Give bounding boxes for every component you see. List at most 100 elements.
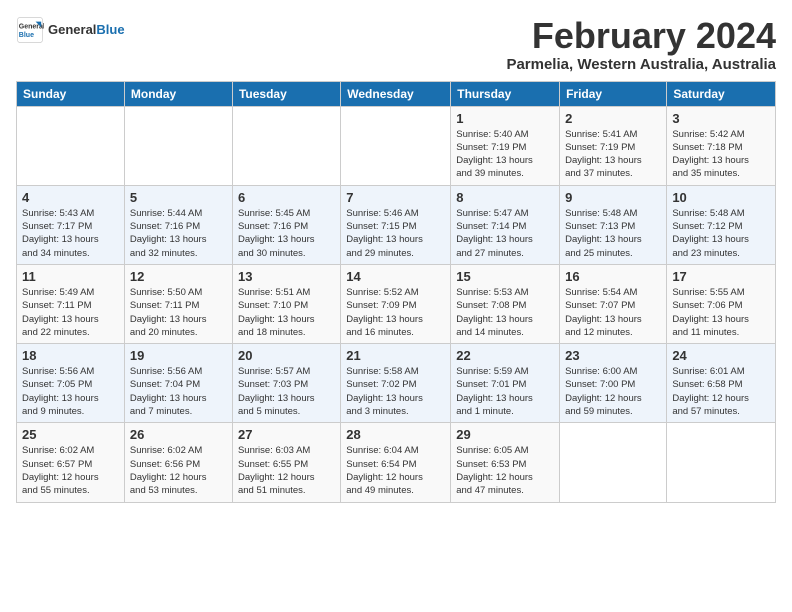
calendar-cell: 29 Sunrise: 6:05 AM Sunset: 6:53 PM Dayli… bbox=[451, 423, 560, 502]
calendar-cell: 4 Sunrise: 5:43 AM Sunset: 7:17 PM Daylig… bbox=[17, 185, 125, 264]
calendar-table: SundayMondayTuesdayWednesdayThursdayFrid… bbox=[16, 81, 776, 503]
calendar-cell: 21Sunrise: 5:58 AM Sunset: 7:02 PM Dayli… bbox=[341, 344, 451, 423]
calendar-cell: 2 Sunrise: 5:41 AM Sunset: 7:19 PM Daylig… bbox=[560, 106, 667, 185]
day-number: 4 bbox=[22, 190, 119, 205]
day-number: 20 bbox=[238, 348, 335, 363]
calendar-cell bbox=[560, 423, 667, 502]
day-info: Sunrise: 5:51 AM Sunset: 7:10 PM Dayligh… bbox=[238, 286, 335, 339]
weekday-header-friday: Friday bbox=[560, 81, 667, 106]
logo-general: General bbox=[48, 22, 96, 37]
day-number: 17 bbox=[672, 269, 770, 284]
day-info: Sunrise: 5:48 AM Sunset: 7:13 PM Dayligh… bbox=[565, 207, 661, 260]
week-row-4: 18 Sunrise: 5:56 AM Sunset: 7:05 PM Dayli… bbox=[17, 344, 776, 423]
svg-text:Blue: Blue bbox=[19, 32, 34, 39]
day-info: Sunrise: 5:59 AM Sunset: 7:01 PM Dayligh… bbox=[456, 365, 554, 418]
day-number: 28 bbox=[346, 427, 445, 442]
logo-blue: Blue bbox=[96, 22, 124, 37]
calendar-cell bbox=[17, 106, 125, 185]
calendar-title: February 2024 bbox=[506, 16, 776, 56]
day-info: Sunrise: 6:02 AM Sunset: 6:56 PM Dayligh… bbox=[130, 444, 227, 497]
day-info: Sunrise: 6:00 AM Sunset: 7:00 PM Dayligh… bbox=[565, 365, 661, 418]
weekday-header-row: SundayMondayTuesdayWednesdayThursdayFrid… bbox=[17, 81, 776, 106]
day-number: 10 bbox=[672, 190, 770, 205]
day-number: 22 bbox=[456, 348, 554, 363]
calendar-cell: 7Sunrise: 5:46 AM Sunset: 7:15 PM Daylig… bbox=[341, 185, 451, 264]
day-number: 8 bbox=[456, 190, 554, 205]
calendar-cell: 24 Sunrise: 6:01 AM Sunset: 6:58 PM Dayli… bbox=[667, 344, 776, 423]
day-info: Sunrise: 5:56 AM Sunset: 7:04 PM Dayligh… bbox=[130, 365, 227, 418]
calendar-cell bbox=[667, 423, 776, 502]
day-number: 15 bbox=[456, 269, 554, 284]
day-number: 27 bbox=[238, 427, 335, 442]
day-number: 19 bbox=[130, 348, 227, 363]
calendar-cell: 17 Sunrise: 5:55 AM Sunset: 7:06 PM Dayli… bbox=[667, 264, 776, 343]
calendar-cell: 12Sunrise: 5:50 AM Sunset: 7:11 PM Dayli… bbox=[124, 264, 232, 343]
day-info: Sunrise: 5:43 AM Sunset: 7:17 PM Dayligh… bbox=[22, 207, 119, 260]
day-info: Sunrise: 6:04 AM Sunset: 6:54 PM Dayligh… bbox=[346, 444, 445, 497]
day-number: 11 bbox=[22, 269, 119, 284]
calendar-cell: 28 Sunrise: 6:04 AM Sunset: 6:54 PM Dayli… bbox=[341, 423, 451, 502]
calendar-cell: 9 Sunrise: 5:48 AM Sunset: 7:13 PM Daylig… bbox=[560, 185, 667, 264]
calendar-cell: 1 Sunrise: 5:40 AM Sunset: 7:19 PM Daylig… bbox=[451, 106, 560, 185]
day-info: Sunrise: 6:01 AM Sunset: 6:58 PM Dayligh… bbox=[672, 365, 770, 418]
day-number: 29 bbox=[456, 427, 554, 442]
calendar-cell: 15 Sunrise: 5:53 AM Sunset: 7:08 PM Dayli… bbox=[451, 264, 560, 343]
day-number: 2 bbox=[565, 111, 661, 126]
day-info: Sunrise: 5:50 AM Sunset: 7:11 PM Dayligh… bbox=[130, 286, 227, 339]
day-info: Sunrise: 5:56 AM Sunset: 7:05 PM Dayligh… bbox=[22, 365, 119, 418]
calendar-cell: 14 Sunrise: 5:52 AM Sunset: 7:09 PM Dayli… bbox=[341, 264, 451, 343]
day-info: Sunrise: 5:49 AM Sunset: 7:11 PM Dayligh… bbox=[22, 286, 119, 339]
calendar-cell: 19 Sunrise: 5:56 AM Sunset: 7:04 PM Dayli… bbox=[124, 344, 232, 423]
day-number: 1 bbox=[456, 111, 554, 126]
day-number: 16 bbox=[565, 269, 661, 284]
calendar-cell: 18 Sunrise: 5:56 AM Sunset: 7:05 PM Dayli… bbox=[17, 344, 125, 423]
day-info: Sunrise: 5:41 AM Sunset: 7:19 PM Dayligh… bbox=[565, 128, 661, 181]
calendar-cell: 23 Sunrise: 6:00 AM Sunset: 7:00 PM Dayli… bbox=[560, 344, 667, 423]
weekday-header-saturday: Saturday bbox=[667, 81, 776, 106]
calendar-cell: 27 Sunrise: 6:03 AM Sunset: 6:55 PM Dayli… bbox=[232, 423, 340, 502]
calendar-cell: 20Sunrise: 5:57 AM Sunset: 7:03 PM Dayli… bbox=[232, 344, 340, 423]
day-number: 18 bbox=[22, 348, 119, 363]
day-info: Sunrise: 6:02 AM Sunset: 6:57 PM Dayligh… bbox=[22, 444, 119, 497]
calendar-cell bbox=[341, 106, 451, 185]
calendar-cell: 26 Sunrise: 6:02 AM Sunset: 6:56 PM Dayli… bbox=[124, 423, 232, 502]
weekday-header-wednesday: Wednesday bbox=[341, 81, 451, 106]
day-info: Sunrise: 5:48 AM Sunset: 7:12 PM Dayligh… bbox=[672, 207, 770, 260]
calendar-cell: 3Sunrise: 5:42 AM Sunset: 7:18 PM Daylig… bbox=[667, 106, 776, 185]
calendar-cell: 6Sunrise: 5:45 AM Sunset: 7:16 PM Daylig… bbox=[232, 185, 340, 264]
calendar-cell: 11 Sunrise: 5:49 AM Sunset: 7:11 PM Dayli… bbox=[17, 264, 125, 343]
logo-icon: General Blue bbox=[16, 16, 44, 44]
title-block: February 2024 Parmelia, Western Australi… bbox=[506, 16, 776, 73]
calendar-cell: 10 Sunrise: 5:48 AM Sunset: 7:12 PM Dayli… bbox=[667, 185, 776, 264]
week-row-1: 1 Sunrise: 5:40 AM Sunset: 7:19 PM Daylig… bbox=[17, 106, 776, 185]
calendar-cell: 5 Sunrise: 5:44 AM Sunset: 7:16 PM Daylig… bbox=[124, 185, 232, 264]
day-number: 5 bbox=[130, 190, 227, 205]
calendar-cell bbox=[124, 106, 232, 185]
weekday-header-sunday: Sunday bbox=[17, 81, 125, 106]
day-number: 23 bbox=[565, 348, 661, 363]
day-number: 9 bbox=[565, 190, 661, 205]
day-info: Sunrise: 5:44 AM Sunset: 7:16 PM Dayligh… bbox=[130, 207, 227, 260]
calendar-subtitle: Parmelia, Western Australia, Australia bbox=[506, 56, 776, 73]
day-number: 13 bbox=[238, 269, 335, 284]
day-number: 24 bbox=[672, 348, 770, 363]
header: General Blue GeneralBlue February 2024 P… bbox=[16, 16, 776, 73]
day-info: Sunrise: 5:47 AM Sunset: 7:14 PM Dayligh… bbox=[456, 207, 554, 260]
calendar-cell: 13 Sunrise: 5:51 AM Sunset: 7:10 PM Dayli… bbox=[232, 264, 340, 343]
day-info: Sunrise: 5:55 AM Sunset: 7:06 PM Dayligh… bbox=[672, 286, 770, 339]
day-number: 26 bbox=[130, 427, 227, 442]
calendar-cell: 22 Sunrise: 5:59 AM Sunset: 7:01 PM Dayli… bbox=[451, 344, 560, 423]
day-info: Sunrise: 5:53 AM Sunset: 7:08 PM Dayligh… bbox=[456, 286, 554, 339]
calendar-cell bbox=[232, 106, 340, 185]
day-info: Sunrise: 5:52 AM Sunset: 7:09 PM Dayligh… bbox=[346, 286, 445, 339]
day-info: Sunrise: 6:03 AM Sunset: 6:55 PM Dayligh… bbox=[238, 444, 335, 497]
day-number: 7 bbox=[346, 190, 445, 205]
calendar-cell: 25Sunrise: 6:02 AM Sunset: 6:57 PM Dayli… bbox=[17, 423, 125, 502]
day-info: Sunrise: 5:40 AM Sunset: 7:19 PM Dayligh… bbox=[456, 128, 554, 181]
day-info: Sunrise: 5:45 AM Sunset: 7:16 PM Dayligh… bbox=[238, 207, 335, 260]
week-row-3: 11 Sunrise: 5:49 AM Sunset: 7:11 PM Dayli… bbox=[17, 264, 776, 343]
week-row-2: 4 Sunrise: 5:43 AM Sunset: 7:17 PM Daylig… bbox=[17, 185, 776, 264]
day-info: Sunrise: 6:05 AM Sunset: 6:53 PM Dayligh… bbox=[456, 444, 554, 497]
day-number: 21 bbox=[346, 348, 445, 363]
day-number: 14 bbox=[346, 269, 445, 284]
